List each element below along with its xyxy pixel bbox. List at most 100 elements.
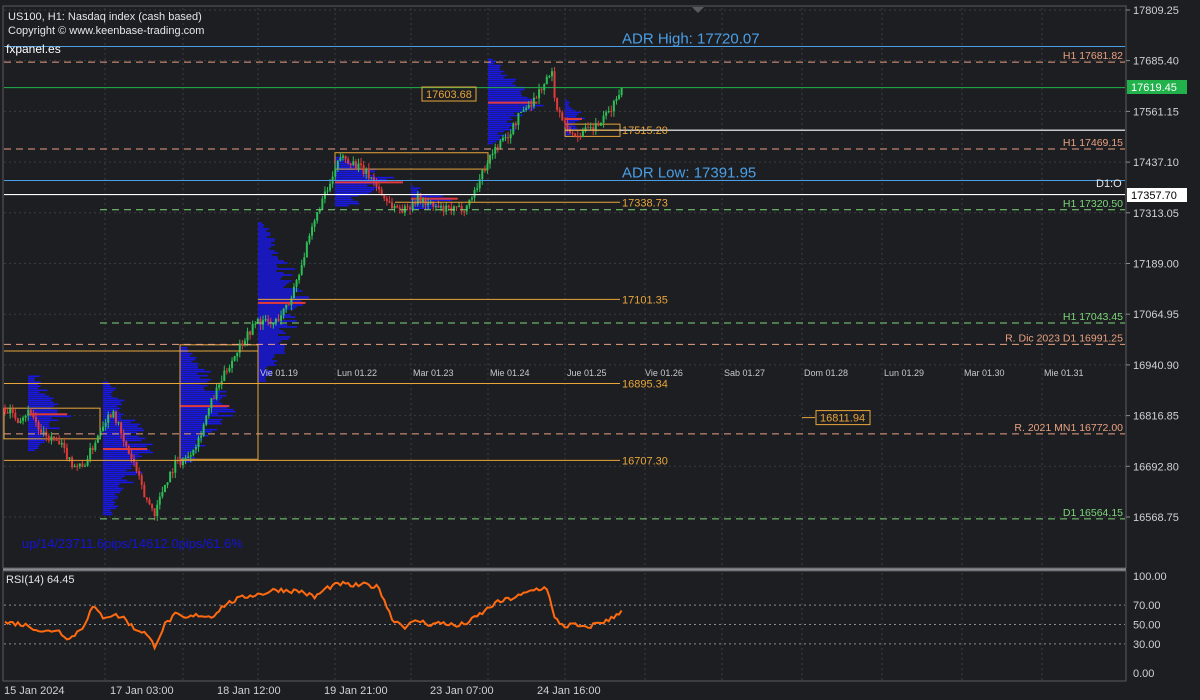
candle-body: [24, 415, 27, 418]
range-level-label: 17515.20: [622, 125, 668, 137]
candle-body: [254, 323, 257, 325]
volume-bar: [258, 248, 270, 250]
volume-bar: [103, 489, 122, 492]
volume-bar: [335, 198, 353, 201]
volume-bar: [488, 142, 494, 145]
candle-body: [501, 137, 504, 141]
range-level-label: 17101.35: [622, 294, 668, 306]
candle-body: [73, 466, 76, 468]
candle-body: [109, 414, 112, 418]
candle-body: [538, 89, 541, 99]
marker-price-text: 17357.70: [1131, 190, 1177, 202]
volume-bar: [488, 82, 513, 85]
volume-bar: [488, 130, 504, 133]
candle-body: [326, 190, 329, 192]
volume-bar: [488, 80, 515, 83]
volume-bar: [258, 246, 271, 248]
volume-bar: [28, 419, 59, 422]
candle-body: [592, 127, 595, 130]
volume-bar: [258, 362, 275, 364]
candle-body: [398, 207, 401, 210]
candle-body: [37, 422, 40, 430]
candle-body: [308, 235, 311, 243]
volume-bar: [103, 387, 117, 390]
candle-body: [380, 189, 383, 194]
candle-body: [6, 412, 9, 414]
volume-bar: [103, 485, 119, 488]
volume-bar: [565, 101, 570, 104]
candle-body: [527, 105, 530, 108]
candle-body: [450, 207, 453, 212]
volume-poc: [488, 101, 538, 104]
day-label: Vie 01.26: [645, 368, 683, 378]
volume-bar: [180, 348, 188, 351]
volume-bar: [180, 364, 198, 367]
volume-bar: [103, 443, 153, 446]
candle-body: [470, 197, 473, 200]
candle-body: [158, 496, 161, 505]
volume-bar: [258, 270, 277, 272]
volume-bar: [258, 378, 266, 380]
volume-poc: [103, 448, 148, 451]
candle-body: [411, 203, 414, 210]
candle-body: [166, 482, 169, 485]
volume-bar: [28, 443, 41, 446]
price-tick-label: 17685.40: [1133, 56, 1179, 68]
trading-chart[interactable]: ADR High: 17720.07 ADR Low: 17391.95 H1 17…: [0, 0, 1200, 700]
volume-bar: [258, 330, 284, 332]
candle-body: [163, 484, 166, 492]
volume-bar: [180, 422, 222, 425]
volume-bar: [180, 454, 188, 457]
candle-body: [360, 163, 363, 166]
time-axis-label: 24 Jan 16:00: [537, 685, 601, 697]
volume-bar: [180, 362, 199, 365]
rsi-label: RSI(14) 64.45: [6, 574, 74, 586]
volume-bar: [103, 475, 125, 478]
volume-bar: [28, 385, 41, 388]
candle-body: [27, 409, 30, 416]
volume-bar: [488, 120, 508, 123]
candle-body: [151, 504, 154, 509]
volume-bar: [488, 76, 504, 79]
level-label: H1 17043.45: [1063, 311, 1123, 323]
candle-body: [347, 159, 350, 164]
volume-bar: [258, 230, 267, 232]
candle-body: [148, 499, 151, 505]
volume-bar: [103, 439, 142, 442]
volume-bar: [103, 493, 115, 496]
price-tick-label: 17189.00: [1133, 259, 1179, 271]
volume-bar: [335, 196, 351, 199]
price-tick-label: 17064.95: [1133, 309, 1179, 321]
candle-body: [280, 315, 283, 321]
volume-bar: [488, 126, 510, 129]
candle-body: [53, 436, 56, 440]
volume-bar: [180, 378, 212, 381]
volume-bar: [103, 503, 114, 506]
volume-bar: [28, 445, 39, 448]
candle-body: [365, 168, 368, 174]
volume-bar: [335, 200, 358, 203]
volume-bar: [335, 176, 394, 179]
candle-body: [504, 137, 507, 139]
volume-bar: [103, 407, 121, 410]
volume-bar: [180, 440, 196, 443]
volume-bar: [103, 395, 113, 398]
candle-body: [156, 504, 159, 516]
volume-bar: [28, 401, 54, 404]
volume-bar: [103, 461, 139, 464]
candle-body: [241, 343, 244, 345]
rsi-tick-label: 50.00: [1133, 620, 1161, 632]
candle-body: [396, 205, 399, 208]
candle-body: [483, 170, 486, 172]
volume-bar: [180, 430, 212, 433]
volume-bar: [565, 99, 567, 102]
level-label: H1 17681.82: [1063, 50, 1123, 62]
candle-body: [65, 447, 68, 460]
candle-body: [194, 447, 197, 450]
volume-bar: [335, 156, 343, 159]
candle-body: [114, 411, 117, 423]
day-label: Lun 01.29: [884, 368, 924, 378]
volume-bar: [258, 290, 303, 292]
volume-bar: [103, 385, 111, 388]
candle-body: [161, 491, 164, 497]
